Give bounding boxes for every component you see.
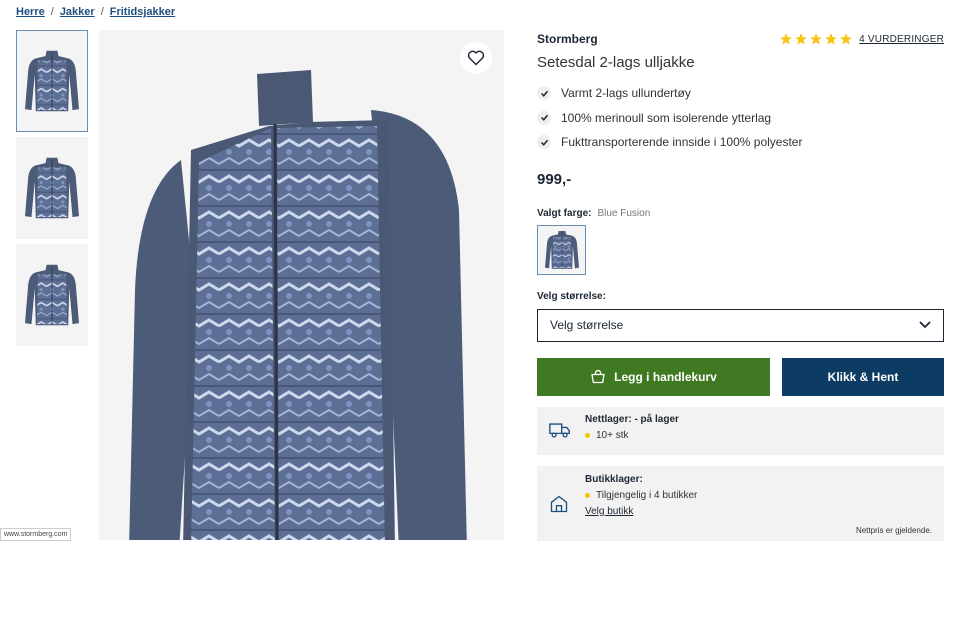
star-icon — [840, 33, 852, 45]
thumbnail-front[interactable] — [16, 30, 88, 132]
thumbnail-front-flat[interactable] — [16, 137, 88, 239]
watermark: www.stormberg.com — [0, 528, 72, 541]
breadcrumb-link-jakker[interactable]: Jakker — [60, 6, 95, 18]
thumbnail-gallery — [16, 30, 88, 351]
color-value: Blue Fusion — [597, 207, 651, 219]
breadcrumb-separator: / — [50, 6, 54, 18]
product-info: Stormberg 4 VURDERINGER Setesdal 2-lags … — [537, 30, 944, 541]
basket-icon — [591, 369, 605, 384]
size-label: Velg størrelse: — [537, 290, 606, 302]
check-icon — [537, 110, 551, 125]
feature-text: Varmt 2-lags ullundertøy — [561, 86, 691, 101]
star-icon — [780, 33, 792, 45]
feature-text: Fukttransporterende innside i 100% polye… — [561, 135, 803, 150]
online-stock-status: 10+ stk — [585, 430, 944, 441]
click-and-collect-button[interactable]: Klikk & Hent — [782, 357, 944, 396]
breadcrumb-link-herre[interactable]: Herre — [16, 6, 45, 18]
brand-row: Stormberg 4 VURDERINGER — [537, 30, 944, 48]
add-to-cart-label: Legg i handlekurv — [614, 369, 717, 384]
price: 999,- — [537, 170, 572, 188]
color-label: Valgt farge: — [537, 207, 592, 219]
star-icon — [795, 33, 807, 45]
store-stock-title: Butikklager: — [585, 473, 643, 485]
feature-item: Varmt 2-lags ullundertøy — [537, 81, 944, 106]
star-icon — [825, 33, 837, 45]
main-product-image — [99, 30, 504, 540]
rating-stars — [779, 32, 853, 46]
truck-icon — [549, 422, 570, 438]
color-swatch[interactable] — [537, 224, 586, 275]
size-select[interactable]: Velg størrelse — [537, 308, 944, 342]
feature-item: Fukttransporterende innside i 100% polye… — [537, 130, 944, 155]
star-icon — [810, 33, 822, 45]
jacket-thumbnail-image — [25, 253, 79, 337]
choose-store-link[interactable]: Velg butikk — [585, 506, 633, 517]
brand-name: Stormberg — [537, 32, 598, 46]
price-note: Nettpris er gjeldende. — [855, 525, 932, 535]
breadcrumb: Herre / Jakker / Fritidsjakker — [16, 6, 175, 18]
favorite-button[interactable] — [460, 42, 492, 74]
check-icon — [537, 135, 551, 150]
store-stock-box: Butikklager: Tilgjengelig i 4 butikker V… — [537, 465, 944, 541]
store-stock-content: Butikklager: Tilgjengelig i 4 butikker V… — [537, 474, 944, 519]
online-stock-content: Nettlager: - på lager 10+ stk — [537, 414, 944, 441]
jacket-image — [129, 70, 467, 540]
rating: 4 VURDERINGER — [779, 32, 944, 46]
online-stock-title: Nettlager: - på lager — [585, 413, 679, 425]
chevron-down-icon — [919, 321, 931, 329]
size-select-value: Velg størrelse — [550, 318, 624, 332]
action-buttons: Legg i handlekurv Klikk & Hent — [537, 357, 944, 396]
breadcrumb-separator: / — [100, 6, 104, 18]
thumbnail-back[interactable] — [16, 244, 88, 346]
click-and-collect-label: Klikk & Hent — [827, 369, 899, 384]
jacket-thumbnail-image — [25, 146, 79, 230]
feature-text: 100% merinoull som isolerende ytterlag — [561, 110, 772, 125]
reviews-link[interactable]: 4 VURDERINGER — [859, 34, 944, 45]
heart-icon — [467, 50, 485, 66]
online-stock-status-text: 10+ stk — [596, 429, 629, 441]
color-selection: Valgt farge: Blue Fusion — [537, 208, 944, 219]
online-stock-box: Nettlager: - på lager 10+ stk — [537, 406, 944, 455]
stock-dot-icon — [585, 432, 590, 438]
product-title: Setesdal 2-lags ulljakke — [537, 54, 695, 71]
breadcrumb-link-fritidsjakker[interactable]: Fritidsjakker — [110, 6, 175, 18]
stock-dot-icon — [585, 492, 590, 498]
store-icon — [550, 495, 568, 512]
check-icon — [537, 86, 551, 101]
jacket-thumbnail-image — [25, 39, 79, 123]
feature-item: 100% merinoull som isolerende ytterlag — [537, 106, 944, 131]
feature-list: Varmt 2-lags ullundertøy 100% merinoull … — [537, 81, 944, 155]
jacket-swatch-image — [545, 228, 579, 272]
store-stock-status-text: Tilgjengelig i 4 butikker — [596, 489, 698, 501]
add-to-cart-button[interactable]: Legg i handlekurv — [537, 357, 770, 396]
store-stock-status: Tilgjengelig i 4 butikker — [585, 490, 944, 501]
